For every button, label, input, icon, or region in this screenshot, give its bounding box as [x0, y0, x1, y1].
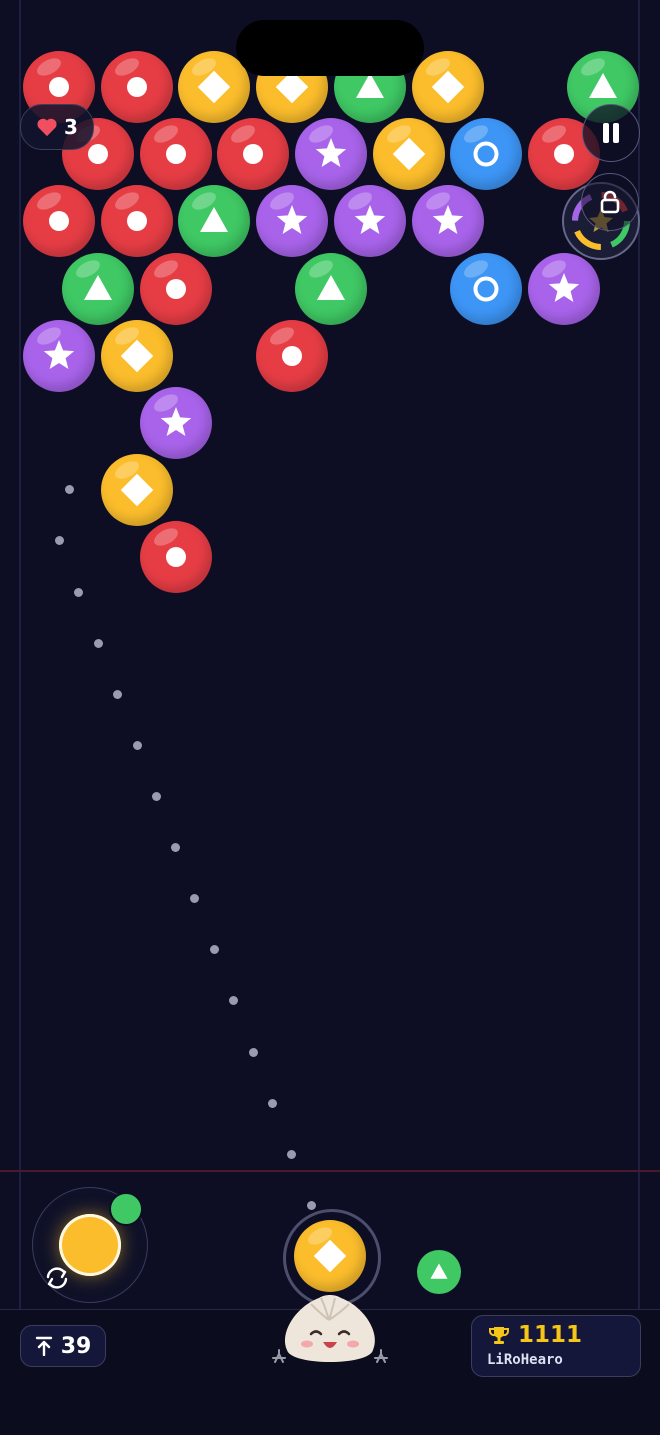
current-bubble [294, 1220, 366, 1292]
purple-bubble [528, 253, 600, 325]
yellow-diamond-icon [392, 137, 426, 171]
red-dot-icon [49, 211, 69, 231]
aim-dot [64, 484, 74, 494]
blue-bubble [450, 118, 522, 190]
red-dot-icon [166, 547, 186, 567]
purple-star-icon [160, 407, 192, 436]
yellow-bubble [101, 320, 173, 392]
score-value: 1111 [518, 1322, 583, 1348]
purple-bubble [23, 320, 95, 392]
red-bubble [140, 118, 212, 190]
purple-star-icon [432, 205, 464, 234]
purple-star-icon [43, 340, 75, 369]
purple-star-icon [276, 205, 308, 234]
pause-icon [603, 123, 619, 143]
red-dot-icon [127, 77, 147, 97]
aim-dot [228, 995, 238, 1005]
red-dot-icon [282, 346, 302, 366]
score-panel: 1111 LiRoHearo [471, 1315, 641, 1377]
aim-dot [306, 1200, 316, 1210]
green-triangle-icon [317, 275, 345, 300]
purple-bubble [256, 185, 328, 257]
red-bubble [140, 521, 212, 593]
bubble-board [0, 0, 660, 1200]
blue-ring-icon [473, 141, 499, 167]
deadline-line [0, 1170, 660, 1172]
aim-dot [151, 791, 161, 801]
purple-star-icon [548, 273, 580, 302]
lives-count: 3 [64, 115, 78, 139]
red-dot-icon [243, 144, 263, 164]
heart-icon [37, 118, 57, 137]
purple-star-icon [315, 138, 347, 167]
green-bubble [62, 253, 134, 325]
red-bubble [140, 253, 212, 325]
red-dot-icon [166, 144, 186, 164]
aim-dot [286, 1149, 296, 1159]
purple-bubble [295, 118, 367, 190]
next-color-badge [109, 1192, 143, 1226]
aim-dot [93, 638, 103, 648]
purple-bubble [412, 185, 484, 257]
red-bubble [101, 51, 173, 123]
red-dot-icon [166, 279, 186, 299]
blue-bubble [450, 253, 522, 325]
moves-remaining-badge: 39 [20, 1325, 106, 1367]
purple-bubble [334, 185, 406, 257]
yellow-diamond-icon [120, 339, 154, 373]
device-notch [236, 20, 424, 76]
red-bubble [101, 185, 173, 257]
lock-icon [600, 190, 620, 214]
yellow-diamond-icon [431, 70, 465, 104]
yellow-bubble [412, 51, 484, 123]
green-triangle-icon [430, 1263, 448, 1279]
dumpling-mascot [272, 1295, 388, 1363]
red-dot-icon [127, 211, 147, 231]
aim-dot [248, 1047, 258, 1057]
aim-dot [112, 689, 122, 699]
blue-ring-icon [473, 276, 499, 302]
red-bubble [256, 320, 328, 392]
moves-count: 39 [60, 1333, 92, 1359]
powerup-lock-badge [581, 173, 639, 231]
green-triangle-icon [84, 275, 112, 300]
aim-dot [73, 587, 83, 597]
yellow-diamond-icon [313, 1239, 347, 1273]
player-name: LiRoHearo [487, 1352, 563, 1368]
aim-dot [170, 842, 180, 852]
aim-dot [209, 944, 219, 954]
green-bubble [295, 253, 367, 325]
aim-dot [189, 893, 199, 903]
purple-bubble [140, 387, 212, 459]
aim-dot [132, 740, 142, 750]
aim-dot [267, 1098, 277, 1108]
swap-bubble-button[interactable] [32, 1187, 148, 1303]
green-bubble [178, 185, 250, 257]
yellow-bubble [373, 118, 445, 190]
red-bubble [217, 118, 289, 190]
green-triangle-icon [200, 207, 228, 232]
purple-star-icon [354, 205, 386, 234]
pause-button[interactable] [582, 104, 640, 162]
trophy-icon [489, 1327, 509, 1344]
arrow-up-bar-icon [35, 1336, 52, 1356]
aim-dot [54, 535, 64, 545]
lives-badge: 3 [20, 104, 94, 150]
swap-arrows-icon [46, 1267, 68, 1289]
locked-powerup[interactable] [561, 173, 641, 261]
next-bubble [417, 1250, 461, 1294]
yellow-diamond-icon [120, 473, 154, 507]
red-bubble [23, 185, 95, 257]
yellow-bubble [101, 454, 173, 526]
